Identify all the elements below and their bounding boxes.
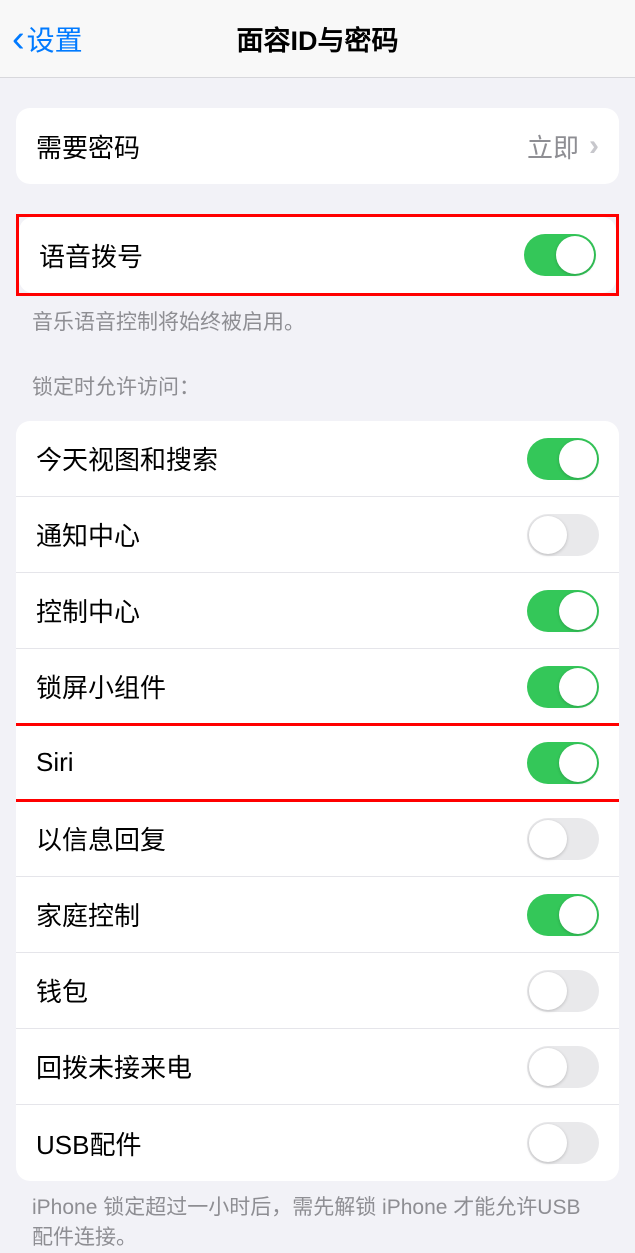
today-view-row: 今天视图和搜索 xyxy=(16,421,619,497)
siri-label: Siri xyxy=(36,747,74,778)
page-title: 面容ID与密码 xyxy=(237,19,399,58)
return-missed-row: 回拨未接来电 xyxy=(16,1029,619,1105)
control-center-row: 控制中心 xyxy=(16,573,619,649)
notification-center-label: 通知中心 xyxy=(36,516,140,553)
voice-dial-row: 语音拨号 xyxy=(19,217,616,293)
return-missed-toggle[interactable] xyxy=(527,1046,599,1088)
notification-center-row: 通知中心 xyxy=(16,497,619,573)
passcode-section: 需要密码 立即 › xyxy=(16,108,619,184)
usb-footer: iPhone 锁定超过一小时后，需先解锁 iPhone 才能允许USB 配件连接… xyxy=(0,1181,635,1252)
require-passcode-label: 需要密码 xyxy=(36,128,140,165)
require-passcode-row[interactable]: 需要密码 立即 › xyxy=(16,108,619,184)
reply-message-label: 以信息回复 xyxy=(36,820,166,857)
usb-accessories-label: USB配件 xyxy=(36,1125,141,1162)
home-control-row: 家庭控制 xyxy=(16,877,619,953)
wallet-label: 钱包 xyxy=(36,972,88,1009)
home-control-toggle[interactable] xyxy=(527,894,599,936)
usb-accessories-toggle[interactable] xyxy=(527,1122,599,1164)
reply-message-toggle[interactable] xyxy=(527,818,599,860)
lock-widgets-row: 锁屏小组件 xyxy=(16,649,619,725)
voice-dial-footer: 音乐语音控制将始终被启用。 xyxy=(0,296,635,337)
lock-widgets-toggle[interactable] xyxy=(527,666,599,708)
lock-widgets-label: 锁屏小组件 xyxy=(36,668,166,705)
wallet-toggle[interactable] xyxy=(527,970,599,1012)
reply-message-row: 以信息回复 xyxy=(16,801,619,877)
notification-center-toggle[interactable] xyxy=(527,514,599,556)
back-button[interactable]: ‹ 设置 xyxy=(0,19,83,59)
voice-dial-toggle[interactable] xyxy=(524,234,596,276)
chevron-left-icon: ‹ xyxy=(12,20,25,58)
control-center-label: 控制中心 xyxy=(36,592,140,629)
siri-row: Siri xyxy=(16,725,619,801)
today-view-toggle[interactable] xyxy=(527,438,599,480)
chevron-right-icon: › xyxy=(589,129,599,163)
voice-dial-highlight: 语音拨号 xyxy=(16,214,619,296)
navbar: ‹ 设置 面容ID与密码 xyxy=(0,0,635,78)
back-label: 设置 xyxy=(27,19,83,59)
siri-toggle[interactable] xyxy=(527,742,599,784)
require-passcode-value: 立即 xyxy=(527,128,579,165)
row-right: 立即 › xyxy=(527,128,599,165)
wallet-row: 钱包 xyxy=(16,953,619,1029)
locked-access-header: 锁定时允许访问： xyxy=(0,371,635,411)
usb-accessories-row: USB配件 xyxy=(16,1105,619,1181)
return-missed-label: 回拨未接来电 xyxy=(36,1048,192,1085)
control-center-toggle[interactable] xyxy=(527,590,599,632)
home-control-label: 家庭控制 xyxy=(36,896,140,933)
today-view-label: 今天视图和搜索 xyxy=(36,440,218,477)
voice-dial-label: 语音拨号 xyxy=(39,237,143,274)
locked-access-section: 今天视图和搜索 通知中心 控制中心 锁屏小组件 Siri 以信息回复 家庭控制 xyxy=(16,421,619,1181)
content: 需要密码 立即 › 语音拨号 音乐语音控制将始终被启用。 锁定时允许访问： 今天… xyxy=(0,108,635,1252)
